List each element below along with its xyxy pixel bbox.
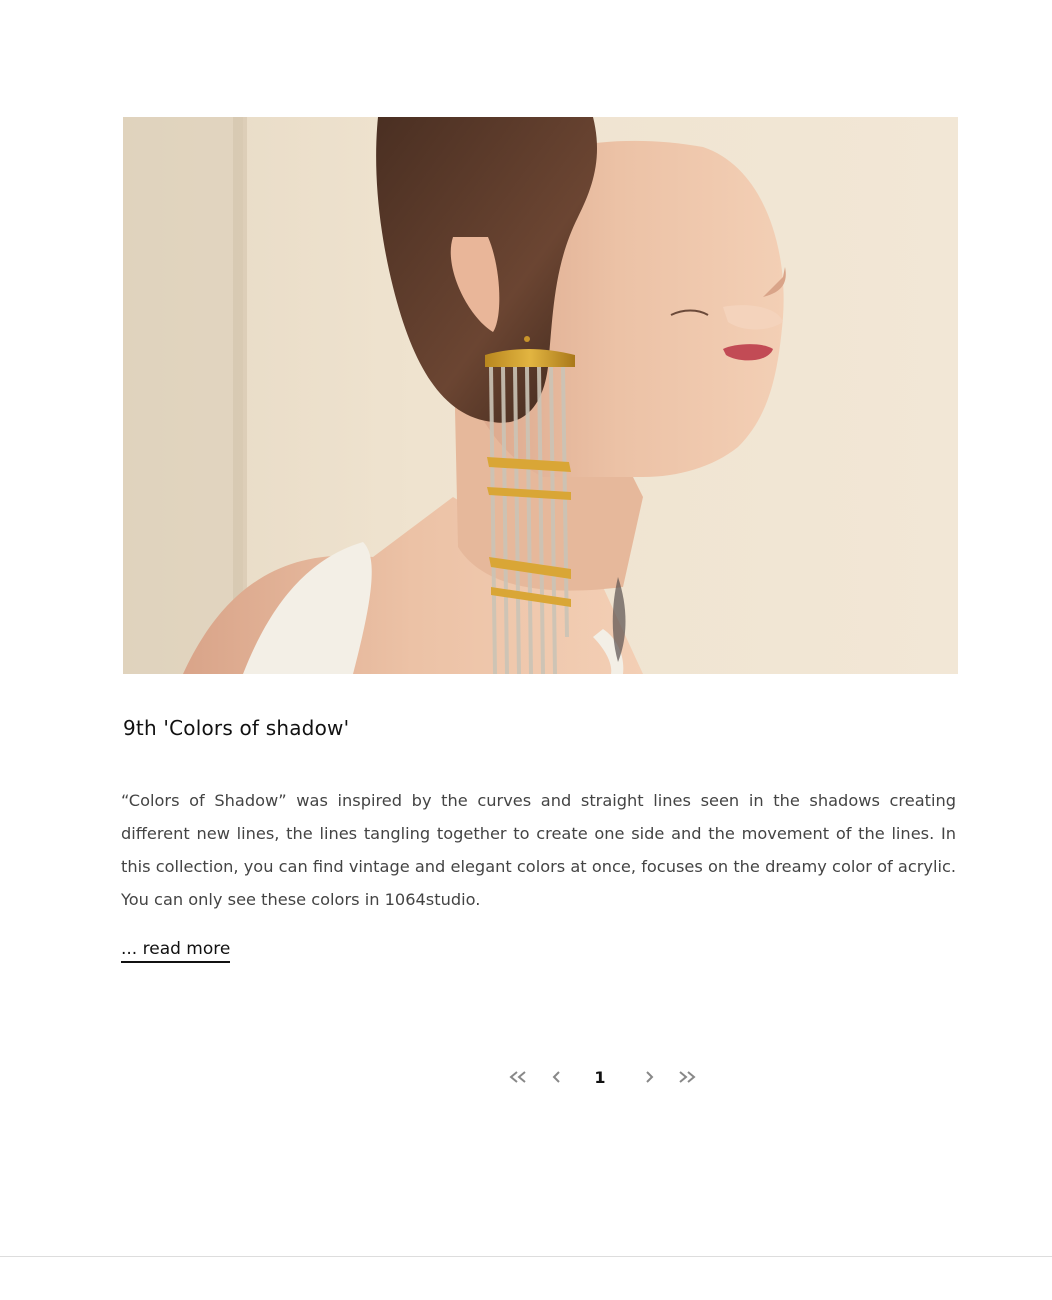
current-page-number[interactable]: 1 [593, 1068, 607, 1087]
first-page-button[interactable] [506, 1062, 530, 1092]
last-page-button[interactable] [675, 1062, 699, 1092]
post-title[interactable]: 9th 'Colors of shadow' [123, 716, 349, 740]
footer-divider [0, 1256, 1052, 1257]
chevron-left-icon [552, 1071, 560, 1083]
double-chevron-right-icon [679, 1071, 696, 1083]
post-excerpt: “Colors of Shadow” was inspired by the c… [121, 791, 956, 909]
chevron-right-icon [646, 1071, 654, 1083]
pagination: 1 [500, 1062, 699, 1092]
next-page-button[interactable] [637, 1062, 661, 1092]
post-image[interactable] [123, 117, 958, 674]
read-more-link[interactable]: ... read more [121, 938, 231, 963]
prev-page-button[interactable] [545, 1062, 569, 1092]
post-photo [123, 117, 958, 674]
double-chevron-left-icon [509, 1071, 526, 1083]
